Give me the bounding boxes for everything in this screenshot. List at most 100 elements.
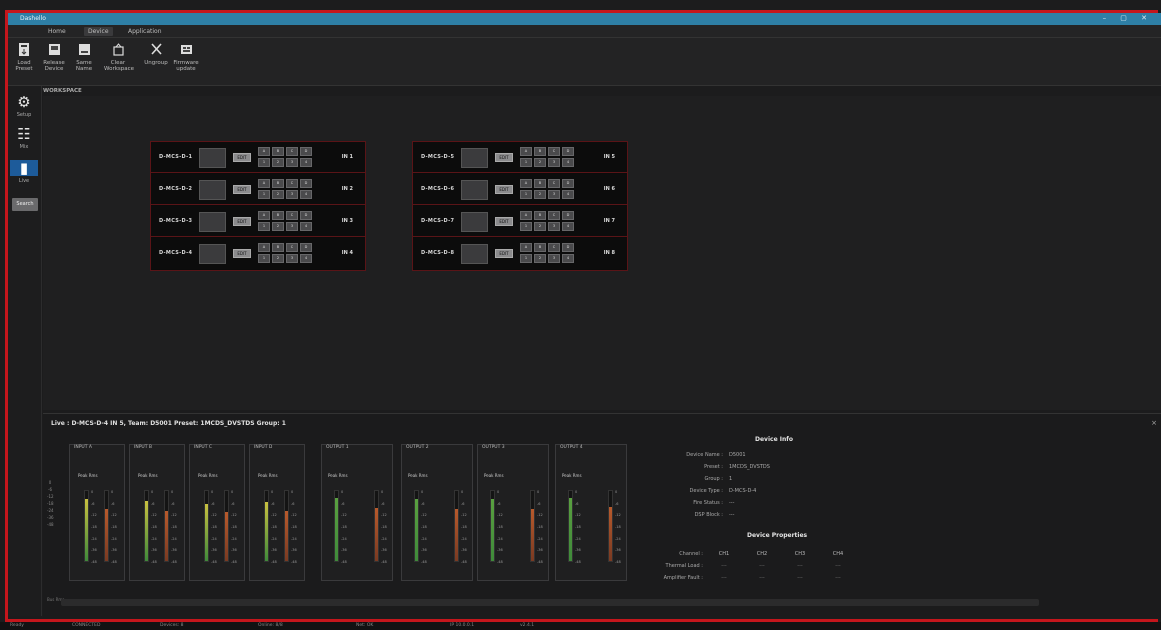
channel-cell[interactable]: D	[300, 147, 312, 156]
channel-cell[interactable]: 3	[286, 222, 298, 231]
device-edit-button[interactable]: EDIT	[233, 153, 251, 162]
channel-cell[interactable]: 4	[300, 190, 312, 199]
workspace-canvas[interactable]: D-MCS-D-1 EDIT A B C D 1 2 3 4 IN 1 D-MCS-D-2 EDIT A B…	[43, 96, 1161, 410]
device-edit-button[interactable]: EDIT	[233, 249, 251, 258]
channel-cell[interactable]: D	[300, 211, 312, 220]
device-edit-button[interactable]: EDIT	[495, 153, 513, 162]
channel-cell[interactable]: 2	[272, 222, 284, 231]
channel-cell[interactable]: D	[300, 243, 312, 252]
channel-cell[interactable]: 2	[534, 222, 546, 231]
release-device-button[interactable]: Release Device	[40, 42, 68, 72]
channel-cell[interactable]: C	[548, 211, 560, 220]
channel-cell[interactable]: 3	[286, 158, 298, 167]
channel-cell[interactable]: 4	[562, 222, 574, 231]
sidebar-item-live[interactable]: ▮ Live	[10, 160, 38, 184]
channel-cell[interactable]: 1	[258, 254, 270, 263]
sidebar-item-setup[interactable]: ⚙ Setup	[10, 94, 38, 118]
channel-cell[interactable]: 3	[548, 254, 560, 263]
device-edit-button[interactable]: EDIT	[495, 185, 513, 194]
tab-device[interactable]: Device	[84, 27, 113, 36]
channel-cell[interactable]: A	[258, 147, 270, 156]
channel-cell[interactable]: 2	[534, 190, 546, 199]
channel-cell[interactable]: 1	[258, 190, 270, 199]
channel-cell[interactable]: 4	[300, 158, 312, 167]
channel-cell[interactable]: C	[286, 211, 298, 220]
channel-cell[interactable]: 4	[562, 158, 574, 167]
channel-cell[interactable]: 3	[548, 158, 560, 167]
channel-cell[interactable]: C	[548, 179, 560, 188]
device-row[interactable]: D-MCS-D-6 EDIT A B C D 1 2 3 4 IN 6	[413, 174, 627, 205]
clear-workspace-button[interactable]: Clear Workspace	[104, 42, 134, 72]
channel-cell[interactable]: B	[534, 211, 546, 220]
channel-cell[interactable]: A	[520, 179, 532, 188]
channel-cell[interactable]: C	[548, 243, 560, 252]
channel-cell[interactable]: C	[548, 147, 560, 156]
channel-cell[interactable]: D	[562, 243, 574, 252]
channel-cell[interactable]: 4	[562, 254, 574, 263]
device-edit-button[interactable]: EDIT	[495, 249, 513, 258]
channel-cell[interactable]: B	[272, 179, 284, 188]
channel-cell[interactable]: B	[272, 147, 284, 156]
channel-cell[interactable]: A	[520, 147, 532, 156]
channel-cell[interactable]: 2	[272, 158, 284, 167]
channel-cell[interactable]: 3	[286, 190, 298, 199]
device-row[interactable]: D-MCS-D-8 EDIT A B C D 1 2 3 4 IN 8	[413, 238, 627, 269]
device-row[interactable]: D-MCS-D-7 EDIT A B C D 1 2 3 4 IN 7	[413, 206, 627, 237]
horizontal-scrollbar[interactable]	[61, 599, 1039, 606]
channel-cell[interactable]: C	[286, 147, 298, 156]
device-row[interactable]: D-MCS-D-5 EDIT A B C D 1 2 3 4 IN 5	[413, 142, 627, 173]
firmware-update-button[interactable]: Firmware update	[172, 42, 200, 72]
channel-cell[interactable]: 1	[520, 190, 532, 199]
channel-cell[interactable]: B	[534, 179, 546, 188]
channel-cell[interactable]: 2	[534, 158, 546, 167]
load-preset-button[interactable]: Load Preset	[10, 42, 38, 72]
channel-cell[interactable]: 1	[258, 222, 270, 231]
ungroup-button[interactable]: Ungroup	[142, 42, 170, 66]
channel-cell[interactable]: 3	[548, 222, 560, 231]
channel-cell[interactable]: D	[300, 179, 312, 188]
device-edit-button[interactable]: EDIT	[233, 185, 251, 194]
channel-cell[interactable]: B	[272, 211, 284, 220]
device-edit-button[interactable]: EDIT	[495, 217, 513, 226]
sidebar-item-mix[interactable]: ☷ Mix	[10, 126, 38, 150]
close-icon[interactable]: ×	[1151, 419, 1157, 427]
channel-cell[interactable]: B	[534, 243, 546, 252]
channel-cell[interactable]: 2	[534, 254, 546, 263]
channel-cell[interactable]: C	[286, 243, 298, 252]
device-row[interactable]: D-MCS-D-1 EDIT A B C D 1 2 3 4 IN 1	[151, 142, 365, 173]
channel-cell[interactable]: 1	[258, 158, 270, 167]
same-name-button[interactable]: Same Name	[70, 42, 98, 72]
channel-cell[interactable]: 1	[520, 158, 532, 167]
tab-home[interactable]: Home	[48, 28, 66, 35]
device-group[interactable]: D-MCS-D-1 EDIT A B C D 1 2 3 4 IN 1 D-MCS-D-2 EDIT A B…	[150, 141, 366, 271]
channel-cell[interactable]: D	[562, 147, 574, 156]
channel-cell[interactable]: D	[562, 211, 574, 220]
channel-cell[interactable]: A	[520, 243, 532, 252]
channel-cell[interactable]: 2	[272, 190, 284, 199]
channel-cell[interactable]: B	[534, 147, 546, 156]
device-row[interactable]: D-MCS-D-3 EDIT A B C D 1 2 3 4 IN 3	[151, 206, 365, 237]
channel-cell[interactable]: 1	[520, 254, 532, 263]
channel-cell[interactable]: A	[258, 211, 270, 220]
tab-application[interactable]: Application	[128, 28, 162, 35]
channel-cell[interactable]: 1	[520, 222, 532, 231]
device-row[interactable]: D-MCS-D-2 EDIT A B C D 1 2 3 4 IN 2	[151, 174, 365, 205]
device-row[interactable]: D-MCS-D-4 EDIT A B C D 1 2 3 4 IN 4	[151, 238, 365, 269]
channel-cell[interactable]: 3	[548, 190, 560, 199]
channel-cell[interactable]: A	[258, 243, 270, 252]
channel-header: CH3	[794, 551, 806, 557]
channel-cell[interactable]: 3	[286, 254, 298, 263]
device-edit-button[interactable]: EDIT	[233, 217, 251, 226]
channel-cell[interactable]: A	[520, 211, 532, 220]
channel-cell[interactable]: 2	[272, 254, 284, 263]
channel-cell[interactable]: A	[258, 179, 270, 188]
channel-cell[interactable]: 4	[562, 190, 574, 199]
device-group[interactable]: D-MCS-D-5 EDIT A B C D 1 2 3 4 IN 5 D-MCS-D-6 EDIT A B…	[412, 141, 628, 271]
channel-cell[interactable]: 4	[300, 254, 312, 263]
window-controls[interactable]: – ▢ ✕	[1103, 14, 1153, 22]
channel-cell[interactable]: 4	[300, 222, 312, 231]
sidebar-search-button[interactable]: Search	[12, 198, 38, 211]
channel-cell[interactable]: C	[286, 179, 298, 188]
channel-cell[interactable]: B	[272, 243, 284, 252]
channel-cell[interactable]: D	[562, 179, 574, 188]
